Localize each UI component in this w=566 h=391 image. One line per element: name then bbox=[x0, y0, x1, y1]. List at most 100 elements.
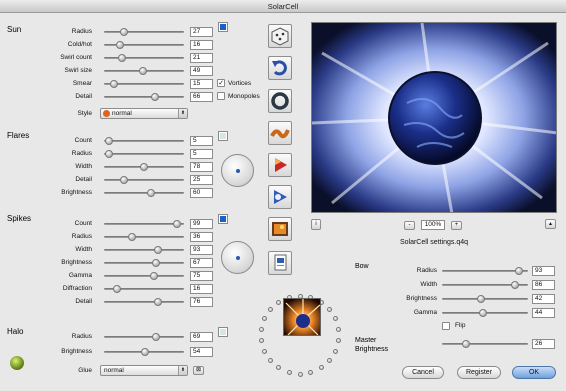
spikes-detail-value-field[interactable]: 76 bbox=[190, 297, 213, 307]
halo-brightness-value-field[interactable]: 54 bbox=[190, 347, 213, 357]
zoom-in-button[interactable]: + bbox=[451, 221, 462, 230]
ring-tool-button[interactable] bbox=[268, 89, 292, 113]
spikes-count-slider[interactable] bbox=[104, 223, 184, 225]
register-button[interactable]: Register bbox=[457, 366, 501, 379]
preset-dot[interactable] bbox=[262, 348, 268, 354]
preset-ring[interactable] bbox=[257, 292, 343, 378]
bow-gamma-value-field[interactable]: 44 bbox=[532, 308, 555, 318]
spikes-radius-value-field[interactable]: 36 bbox=[190, 232, 213, 242]
sun-radius-value-field[interactable]: 27 bbox=[190, 27, 213, 37]
preset-dot[interactable] bbox=[268, 306, 274, 312]
glue-options-button[interactable]: ⊠ bbox=[193, 366, 204, 375]
sun-swirl-count-slider[interactable] bbox=[104, 57, 184, 59]
halo-radius-slider[interactable] bbox=[104, 336, 184, 338]
flares-angle-dial[interactable] bbox=[221, 154, 254, 187]
spikes-brightness-slider[interactable] bbox=[104, 262, 184, 264]
preset-dot[interactable] bbox=[258, 338, 264, 344]
sun-smear-value-field[interactable]: 15 bbox=[190, 79, 213, 89]
spikes-diffraction-value-field[interactable]: 16 bbox=[190, 284, 213, 294]
info-button[interactable]: i bbox=[311, 219, 321, 230]
preset-dot[interactable] bbox=[276, 365, 282, 371]
flares-brightness-slider[interactable] bbox=[104, 192, 184, 194]
slider-thumb[interactable] bbox=[510, 281, 519, 289]
slider-thumb[interactable] bbox=[478, 309, 487, 317]
slider-thumb[interactable] bbox=[154, 298, 163, 306]
slider-thumb[interactable] bbox=[477, 295, 486, 303]
slider-thumb[interactable] bbox=[112, 285, 121, 293]
sun-detail-slider[interactable] bbox=[104, 96, 184, 98]
slider-thumb[interactable] bbox=[138, 67, 147, 75]
preset-thumbnail[interactable] bbox=[283, 298, 321, 336]
ok-button[interactable]: OK bbox=[512, 366, 556, 379]
slider-thumb[interactable] bbox=[109, 80, 118, 88]
spikes-gamma-value-field[interactable]: 75 bbox=[190, 271, 213, 281]
slider-thumb[interactable] bbox=[462, 340, 470, 348]
flares-count-value-field[interactable]: 5 bbox=[190, 136, 213, 146]
spikes-width-slider[interactable] bbox=[104, 249, 184, 251]
slider-thumb[interactable] bbox=[140, 163, 148, 171]
slider-thumb[interactable] bbox=[119, 176, 128, 184]
halo-color-swatch[interactable] bbox=[218, 327, 228, 337]
preset-dot[interactable] bbox=[286, 369, 292, 375]
preset-dot[interactable] bbox=[332, 348, 338, 354]
slider-thumb[interactable] bbox=[173, 220, 182, 228]
flip-checkbox[interactable] bbox=[442, 322, 450, 330]
slider-thumb[interactable] bbox=[151, 333, 160, 341]
cancel-button[interactable]: Cancel bbox=[402, 366, 444, 379]
photo-tool-button[interactable] bbox=[268, 217, 292, 241]
spikes-width-value-field[interactable]: 93 bbox=[190, 245, 213, 255]
bow-brightness-value-field[interactable]: 42 bbox=[532, 294, 555, 304]
spikes-angle-dial[interactable] bbox=[221, 241, 254, 274]
style-select[interactable]: normal ⬍ bbox=[100, 108, 188, 119]
slider-thumb[interactable] bbox=[150, 93, 159, 101]
preset-dot[interactable] bbox=[326, 306, 332, 312]
halo-radius-value-field[interactable]: 69 bbox=[190, 332, 213, 342]
bow-radius-value-field[interactable]: 93 bbox=[532, 266, 555, 276]
preset-dot[interactable] bbox=[262, 316, 268, 322]
slider-thumb[interactable] bbox=[151, 259, 160, 267]
master-brightness-value-field[interactable]: 26 bbox=[532, 339, 555, 349]
flares-radius-slider[interactable] bbox=[104, 153, 184, 155]
spikes-count-value-field[interactable]: 99 bbox=[190, 219, 213, 229]
preset-dot[interactable] bbox=[336, 338, 342, 344]
undo-button[interactable] bbox=[268, 56, 292, 80]
preset-dot[interactable] bbox=[332, 316, 338, 322]
preset-dot[interactable] bbox=[276, 299, 282, 305]
preset-dot[interactable] bbox=[308, 369, 314, 375]
spikes-gamma-slider[interactable] bbox=[104, 275, 184, 277]
slider-thumb[interactable] bbox=[116, 41, 125, 49]
spikes-color-swatch[interactable] bbox=[218, 214, 228, 224]
flares-detail-slider[interactable] bbox=[104, 179, 184, 181]
collapse-preview-button[interactable]: ▲ bbox=[545, 219, 556, 229]
sun-color-swatch[interactable] bbox=[218, 22, 228, 32]
preview-canvas[interactable] bbox=[311, 22, 557, 213]
spikes-detail-slider[interactable] bbox=[104, 301, 184, 303]
fan-tool-button[interactable] bbox=[268, 185, 292, 209]
slider-thumb[interactable] bbox=[514, 267, 523, 275]
preset-dot[interactable] bbox=[258, 326, 264, 332]
sun-swirl-count-value-field[interactable]: 21 bbox=[190, 53, 213, 63]
wave-tool-button[interactable] bbox=[268, 121, 292, 145]
master-brightness-slider[interactable] bbox=[442, 343, 528, 345]
slider-thumb[interactable] bbox=[118, 54, 127, 62]
sun-swirl-size-value-field[interactable]: 49 bbox=[190, 66, 213, 76]
zoom-out-button[interactable]: - bbox=[404, 221, 415, 230]
flares-brightness-value-field[interactable]: 60 bbox=[190, 188, 213, 198]
flares-width-value-field[interactable]: 78 bbox=[190, 162, 213, 172]
slider-thumb[interactable] bbox=[150, 272, 159, 280]
preset-dot[interactable] bbox=[268, 358, 274, 364]
slider-thumb[interactable] bbox=[154, 246, 163, 254]
monopoles-checkbox[interactable] bbox=[217, 92, 225, 100]
flares-color-swatch[interactable] bbox=[218, 131, 228, 141]
slider-thumb[interactable] bbox=[127, 233, 136, 241]
sun-cold-hot-value-field[interactable]: 16 bbox=[190, 40, 213, 50]
bow-width-value-field[interactable]: 86 bbox=[532, 280, 555, 290]
slider-thumb[interactable] bbox=[119, 28, 128, 36]
glue-select[interactable]: normal ⬍ bbox=[100, 365, 188, 376]
slider-thumb[interactable] bbox=[105, 150, 114, 158]
sun-radius-slider[interactable] bbox=[104, 31, 184, 33]
preset-dot[interactable] bbox=[326, 358, 332, 364]
spikes-brightness-value-field[interactable]: 67 bbox=[190, 258, 213, 268]
spikes-radius-slider[interactable] bbox=[104, 236, 184, 238]
flares-count-slider[interactable] bbox=[104, 140, 184, 142]
